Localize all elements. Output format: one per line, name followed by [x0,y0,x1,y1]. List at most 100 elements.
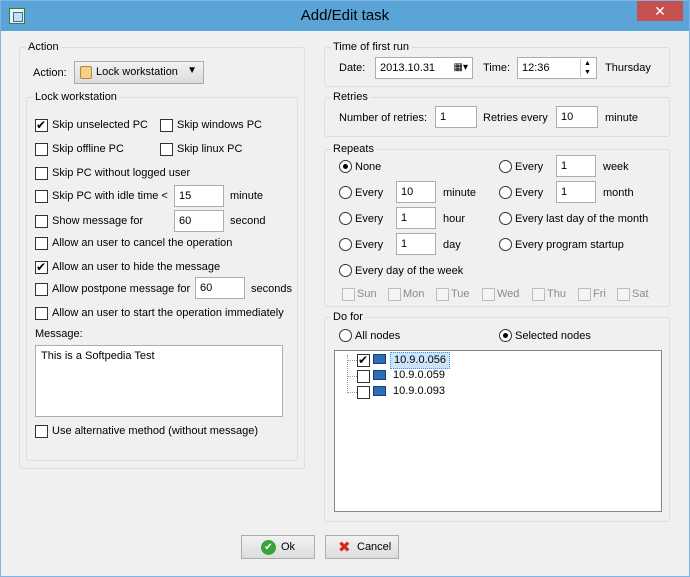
repeat-month-input[interactable]: 1 [556,181,596,203]
selected-nodes-radio[interactable] [499,329,512,342]
retries-every-input[interactable]: 10 [556,106,598,128]
repeat-last-day-radio[interactable] [499,212,512,225]
repeat-day-label: Every [355,239,384,251]
tree-node[interactable]: 10.9.0.059 [347,368,547,384]
repeat-none-radio[interactable] [339,160,352,173]
tree-node[interactable]: 10.9.0.056 [347,352,547,369]
computer-icon [373,354,386,364]
tree-node[interactable]: 10.9.0.093 [347,384,547,400]
day-sun-checkbox[interactable] [342,288,355,301]
repeat-week-radio[interactable] [499,160,512,173]
skip-no-user-label: Skip PC without logged user [52,167,191,179]
day-sat-checkbox[interactable] [617,288,630,301]
repeat-hour-radio[interactable] [339,212,352,225]
node-checkbox[interactable] [357,352,370,368]
action-dropdown-value: Lock workstation [96,66,178,78]
show-message-unit: second [230,215,266,227]
day-wed-label: Wed [497,288,520,300]
action-group: Action Action: Lock workstation ▼ Lock w… [19,41,305,469]
action-dropdown[interactable]: Lock workstation ▼ [74,61,204,84]
repeat-day-input[interactable]: 1 [396,233,436,255]
time-value: 12:36 [522,62,550,74]
do-for-group: Do for All nodes Selected nodes 10.9.0.0… [324,311,670,522]
repeat-day-radio[interactable] [339,238,352,251]
repeats-label: Repeats [331,143,376,156]
all-nodes-radio[interactable] [339,329,352,342]
skip-linux-checkbox[interactable] [160,143,173,156]
node-checkbox[interactable] [357,370,370,383]
day-fri-checkbox[interactable] [578,288,591,301]
do-for-label: Do for [331,311,365,324]
repeat-month-unit: month [603,187,634,199]
allow-postpone-checkbox[interactable] [35,283,48,296]
repeat-hour-input[interactable]: 1 [396,207,436,229]
close-button[interactable]: ✕ [637,1,683,21]
repeat-week-unit: week [603,161,629,173]
window-title: Add/Edit task [300,7,390,24]
show-message-checkbox[interactable] [35,215,48,228]
selected-nodes-label: Selected nodes [515,330,591,342]
day-tue-checkbox[interactable] [436,288,449,301]
retries-unit-label: minute [605,112,639,124]
all-nodes-label: All nodes [355,330,401,342]
skip-idle-checkbox[interactable] [35,190,48,203]
time-spinner[interactable]: 12:36 ▲ ▼ [517,57,597,79]
skip-unselected-label: Skip unselected PC [52,119,148,131]
allow-hide-checkbox[interactable] [35,259,48,275]
day-wed-checkbox[interactable] [482,288,495,301]
skip-windows-checkbox[interactable] [160,119,173,132]
repeat-minute-unit: minute [443,187,477,199]
repeat-minute-radio[interactable] [339,186,352,199]
node-checkbox[interactable] [357,386,370,399]
day-sun-label: Sun [357,288,377,300]
dialog-body: Action Action: Lock workstation ▼ Lock w… [8,32,682,570]
add-edit-task-window: Add/Edit task ✕ Action Action: Lock work… [0,0,690,577]
first-run-group: Time of first run Date: 2013.10.31 ▦▾ Ti… [324,41,670,87]
node-label: 10.9.0.093 [393,385,445,397]
retries-number-input[interactable]: 1 [435,106,477,128]
skip-offline-checkbox[interactable] [35,143,48,156]
retries-group: Retries Number of retries: 1 Retries eve… [324,91,670,137]
allow-cancel-checkbox[interactable] [35,237,48,250]
computer-icon [373,386,386,396]
repeat-hour-unit: hour [443,213,466,225]
alt-method-checkbox[interactable] [35,425,48,438]
day-sat-label: Sat [632,288,649,300]
repeat-week-label: Every [515,161,544,173]
spinner-arrows-icon[interactable]: ▲ ▼ [580,59,594,77]
repeat-minute-input[interactable]: 10 [396,181,436,203]
calendar-icon: ▦▾ [453,62,468,73]
allow-start-label: Allow an user to start the operation imm… [52,307,284,319]
postpone-unit-label: seconds [251,283,292,295]
idle-time-input[interactable]: 15 [174,185,224,207]
date-picker[interactable]: 2013.10.31 ▦▾ [375,57,473,79]
repeat-weekday-radio[interactable] [339,264,352,277]
skip-no-user-checkbox[interactable] [35,167,48,180]
ok-label: Ok [281,541,296,553]
ok-button[interactable]: ✔ Ok [241,535,315,559]
date-label: Date: [339,62,366,74]
skip-unselected-checkbox[interactable] [35,117,48,133]
repeat-weekday-label: Every day of the week [355,265,464,277]
cancel-button[interactable]: ✖ Cancel [325,535,399,559]
allow-start-checkbox[interactable] [35,307,48,320]
day-thu-checkbox[interactable] [532,288,545,301]
title-bar[interactable]: Add/Edit task ✕ [1,1,689,31]
allow-postpone-label: Allow postpone message for [52,283,191,295]
message-textarea[interactable]: This is a Softpedia Test [35,345,283,417]
tree-branch [347,360,357,361]
repeat-month-radio[interactable] [499,186,512,199]
repeat-week-input[interactable]: 1 [556,155,596,177]
repeat-startup-radio[interactable] [499,238,512,251]
postpone-input[interactable]: 60 [195,277,245,299]
show-message-input[interactable]: 60 [174,210,224,232]
node-label: 10.9.0.059 [393,369,445,381]
repeat-day-unit: day [443,239,461,251]
retries-every-label: Retries every [483,112,548,124]
allow-cancel-label: Allow an user to cancel the operation [52,237,233,249]
node-label: 10.9.0.056 [390,352,450,369]
first-run-label: Time of first run [331,41,411,54]
node-tree[interactable]: 10.9.0.056 10.9.0.059 10.9.0.093 [334,350,662,512]
day-mon-checkbox[interactable] [388,288,401,301]
day-mon-label: Mon [403,288,425,300]
